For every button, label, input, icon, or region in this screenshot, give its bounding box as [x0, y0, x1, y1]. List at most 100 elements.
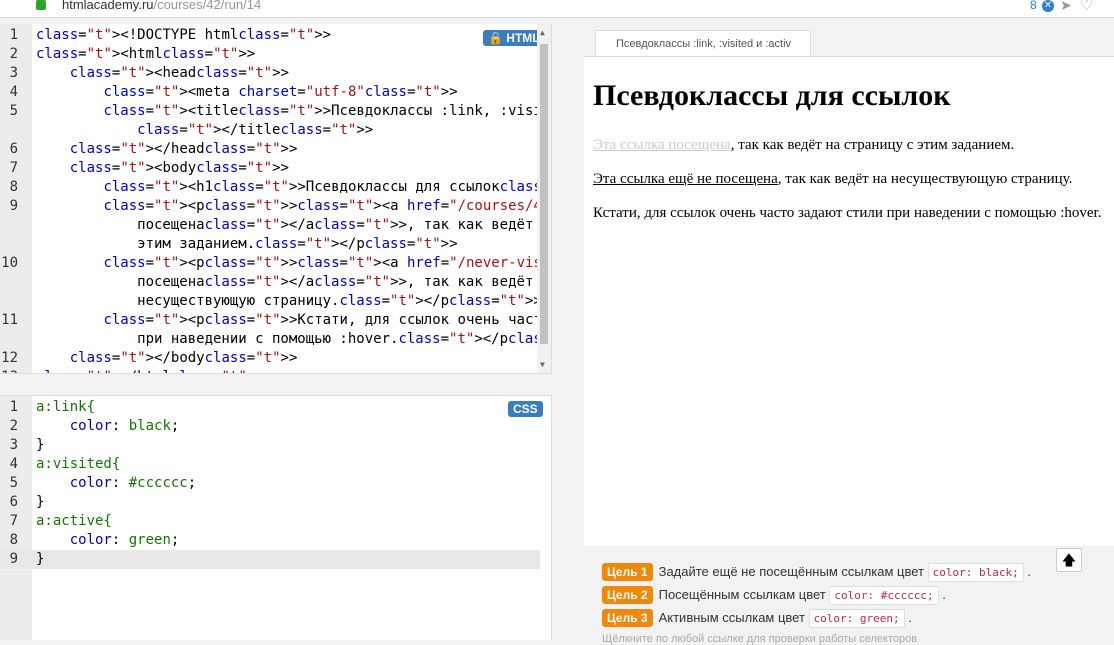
code-text[interactable]: class="t"><headclass="t">> — [36, 64, 289, 83]
code-text[interactable]: class="t"><pclass="t">>class="t"><a href… — [36, 197, 551, 216]
task-text: Задайте ещё не посещённым ссылкам цвет — [658, 564, 925, 579]
close-icon[interactable]: ✕ — [1042, 0, 1054, 12]
code-text[interactable]: при наведении с помощью :hover.class="t"… — [36, 330, 551, 349]
code-text[interactable]: a:visited{ — [36, 455, 120, 474]
paragraph-text: , так как ведёт на страницу с этим задан… — [730, 137, 1015, 153]
preview-heading: Псевдоклассы для ссылок — [593, 79, 951, 112]
code-line[interactable]: 8 class="t"><h1class="t">>Псевдоклассы д… — [0, 178, 551, 197]
url-domain: htmlacademy.ru — [62, 0, 154, 12]
preview-tab[interactable]: Псевдоклассы :link, :visited и :activ — [595, 30, 811, 57]
line-number: 2 — [9, 418, 18, 434]
code-text[interactable]: посещенаclass="t"></aclass="t">>, так ка… — [36, 216, 551, 235]
scroll-thumb[interactable] — [540, 44, 548, 344]
code-line[interactable]: 9 class="t"><pclass="t">>class="t"><a hr… — [0, 197, 551, 216]
scroll-down-icon[interactable]: ▼ — [540, 360, 545, 369]
code-line[interactable]: 6} — [0, 493, 540, 512]
code-line[interactable]: 13 class="t"></htmlclass="t">> — [0, 368, 540, 373]
code-line[interactable]: 5 color: #cccccc; — [0, 474, 540, 493]
task-text: Посещённым ссылкам цвет — [658, 587, 826, 602]
url-text[interactable]: htmlacademy.ru/courses/42/run/14 — [62, 0, 261, 12]
line-number: 6 — [9, 141, 18, 157]
arrow-up-icon: 🡅 — [1061, 552, 1077, 568]
visited-link[interactable]: Эта ссылка посещена — [593, 137, 731, 153]
css-editor[interactable]: 1 a:link{2 color: black; 3} 4 a:visited{5 co… — [0, 395, 552, 640]
code-text[interactable]: class="t"></headclass="t">> — [36, 140, 298, 159]
line-number: 2 — [9, 46, 18, 62]
url-path: /courses/42/run/14 — [153, 0, 262, 12]
line-number: 9 — [9, 198, 18, 214]
code-text[interactable]: class="t"><pclass="t">>Кстати, для ссыло… — [36, 311, 551, 330]
code-text[interactable]: } — [36, 436, 44, 455]
preview-tab-strip: Псевдоклассы :link, :visited и :activ — [580, 24, 1114, 57]
code-line[interactable]: посещенаclass="t"></aclass="t">>, так ка… — [0, 216, 551, 235]
code-line[interactable]: 5 class="t"><titleclass="t">>Псевдокласс… — [0, 102, 551, 121]
html-badge: 🔒 HTML — [483, 30, 545, 46]
code-text[interactable]: class="t"><htmlclass="t">> — [36, 45, 255, 64]
code-text[interactable]: class="t"><pclass="t">>class="t"><a href… — [36, 254, 551, 273]
code-line[interactable]: 8 color: green; — [0, 531, 540, 550]
unvisited-link[interactable]: Эта ссылка ещё не посещена — [593, 171, 778, 187]
code-text[interactable]: class="t"><h1class="t">>Псевдоклассы для… — [36, 178, 551, 197]
scroll-top-button[interactable]: 🡅 — [1056, 548, 1082, 572]
code-text[interactable]: color: #cccccc; — [36, 474, 196, 493]
extension-counter: 8 — [1030, 0, 1037, 12]
code-line[interactable]: 7 class="t"><bodyclass="t">> — [0, 159, 540, 178]
line-number: 9 — [9, 551, 18, 567]
line-number: 4 — [9, 456, 18, 472]
line-number: 1 — [9, 27, 18, 43]
preview-paragraph-2: Эта ссылка ещё не посещена, так как ведё… — [593, 171, 1072, 188]
code-line[interactable]: 2 color: black; — [0, 417, 540, 436]
code-line[interactable]: 1 a:link{ — [0, 398, 540, 417]
html-code-lines[interactable]: 1 class="t"><!DOCTYPE htmlclass="t">> 2 cla… — [0, 26, 551, 373]
code-line[interactable]: 2 class="t"><htmlclass="t">> — [0, 45, 540, 64]
code-text[interactable]: посещенаclass="t"></aclass="t">>, так ка… — [36, 273, 551, 292]
code-line[interactable]: 9} — [0, 550, 540, 569]
code-line[interactable]: при наведении с помощью :hover.class="t"… — [0, 330, 551, 349]
code-line[interactable]: посещенаclass="t"></aclass="t">>, так ка… — [0, 273, 551, 292]
code-text[interactable]: несуществующую страницу.class="t"></pcla… — [36, 292, 542, 311]
code-text[interactable]: } — [36, 550, 44, 569]
line-number: 13 — [0, 368, 18, 373]
editor-scrollbar[interactable]: ▲ ▼ — [537, 24, 551, 373]
code-line[interactable]: 3 class="t"><headclass="t">> — [0, 64, 540, 83]
code-text[interactable]: class="t"></bodyclass="t">> — [36, 349, 298, 368]
code-text[interactable]: class="t"><bodyclass="t">> — [36, 159, 289, 178]
line-number: 6 — [9, 494, 18, 510]
code-text[interactable]: color: black; — [36, 417, 180, 436]
task-code: color: green; — [808, 609, 905, 628]
code-text[interactable]: class="t"><!DOCTYPE htmlclass="t">> — [36, 26, 331, 45]
code-line[interactable]: 7 a:active{ — [0, 512, 540, 531]
css-code-lines[interactable]: 1 a:link{2 color: black; 3} 4 a:visited{5 co… — [0, 398, 540, 569]
code-text[interactable]: этим заданием.class="t"></pclass="t">> — [36, 235, 457, 254]
line-number: 5 — [9, 475, 18, 491]
code-line[interactable]: 4 a:visited{ — [0, 455, 540, 474]
line-number: 12 — [1, 350, 18, 366]
code-line[interactable]: 10 class="t"><pclass="t">>class="t"><a h… — [0, 254, 551, 273]
code-line[interactable]: несуществующую страницу.class="t"></pcla… — [0, 292, 542, 311]
code-text[interactable]: a:active{ — [36, 512, 112, 531]
code-line[interactable]: class="t"></titleclass="t">> — [0, 121, 540, 140]
heart-icon[interactable]: ♡ — [1080, 0, 1093, 14]
code-text[interactable]: } — [36, 493, 44, 512]
code-line[interactable]: 1 class="t"><!DOCTYPE htmlclass="t">> — [0, 26, 540, 45]
goal-badge: Цель 3 — [602, 609, 653, 627]
code-line[interactable]: 6 class="t"></headclass="t">> — [0, 140, 540, 159]
goal-badge: Цель 2 — [602, 586, 653, 604]
code-text[interactable]: class="t"></htmlclass="t">> — [36, 368, 264, 373]
scroll-up-icon[interactable]: ▲ — [540, 28, 545, 37]
code-text[interactable]: a:link{ — [36, 398, 95, 417]
code-line[interactable]: 12 class="t"></bodyclass="t">> — [0, 349, 540, 368]
code-line[interactable]: 3} — [0, 436, 540, 455]
code-text[interactable]: color: green; — [36, 531, 180, 550]
code-line[interactable]: этим заданием.class="t"></pclass="t">> — [0, 235, 540, 254]
browser-address-bar[interactable]: htmlacademy.ru/courses/42/run/14 8 ✕ ➤ ♡ — [0, 0, 1114, 18]
code-text[interactable]: class="t"></titleclass="t">> — [36, 121, 373, 140]
send-icon[interactable]: ➤ — [1060, 0, 1072, 14]
code-text[interactable]: class="t"><meta charset="utf-8"class="t"… — [36, 83, 457, 102]
code-line[interactable]: 4 class="t"><meta charset="utf-8"class="… — [0, 83, 540, 102]
code-text[interactable]: class="t"><titleclass="t">>Псевдоклассы … — [36, 102, 551, 121]
html-editor[interactable]: 1 class="t"><!DOCTYPE htmlclass="t">> 2 cla… — [0, 24, 552, 374]
task-3: Цель 3 Активным ссылкам цвет color: green… — [602, 609, 912, 630]
tasks-panel: Цель 1 Задайте ещё не посещённым ссылкам … — [584, 552, 1076, 645]
code-line[interactable]: 11 class="t"><pclass="t">>Кстати, для сс… — [0, 311, 550, 330]
